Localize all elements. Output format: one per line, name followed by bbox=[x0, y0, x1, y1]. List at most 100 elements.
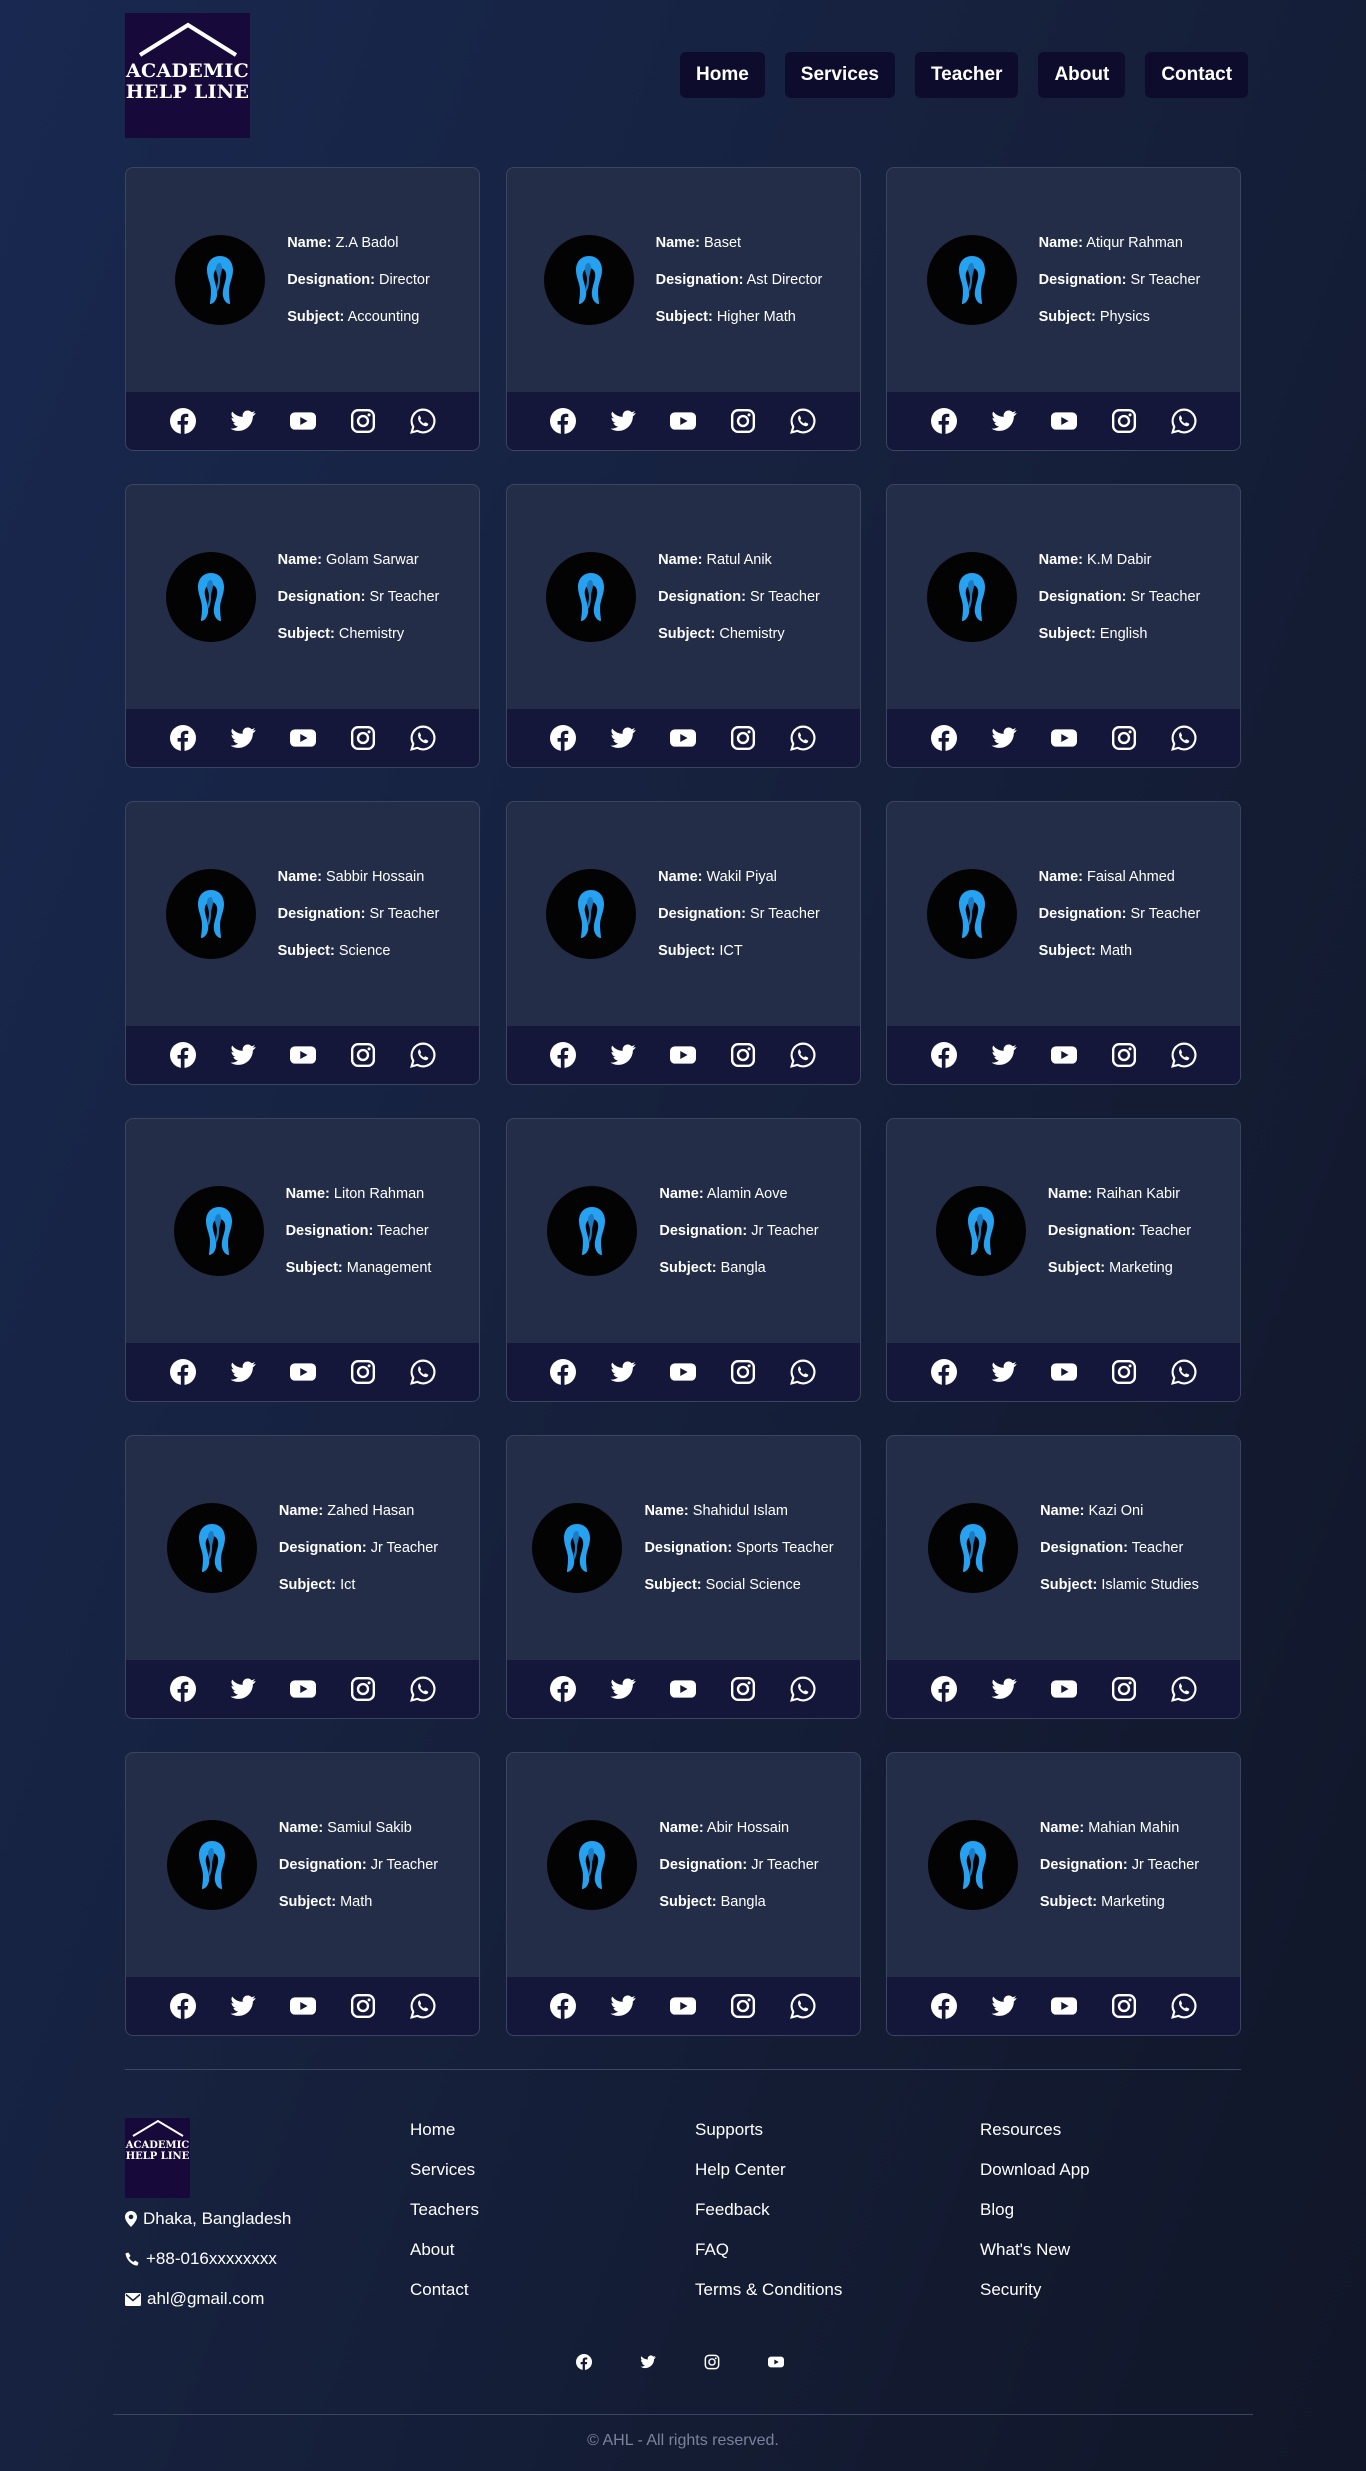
twitter-icon[interactable] bbox=[230, 1676, 256, 1702]
whatsapp-icon[interactable] bbox=[790, 725, 816, 751]
footer-link-whats-new[interactable]: What's New bbox=[980, 2230, 1090, 2270]
footer-phone[interactable]: +88-016xxxxxxxx bbox=[125, 2239, 291, 2279]
facebook-icon[interactable] bbox=[169, 1042, 196, 1068]
facebook-icon[interactable] bbox=[550, 725, 576, 751]
instagram-icon[interactable] bbox=[730, 725, 756, 751]
youtube-icon[interactable] bbox=[670, 1359, 696, 1385]
youtube-icon[interactable] bbox=[1050, 408, 1077, 434]
instagram-icon[interactable] bbox=[350, 1676, 376, 1702]
twitter-icon[interactable] bbox=[610, 1993, 636, 2019]
facebook-icon[interactable] bbox=[550, 1993, 576, 2019]
twitter-icon[interactable] bbox=[991, 1993, 1017, 2019]
instagram-icon[interactable] bbox=[350, 1359, 376, 1385]
youtube-icon[interactable] bbox=[289, 408, 316, 434]
whatsapp-icon[interactable] bbox=[790, 1676, 816, 1702]
facebook-icon[interactable] bbox=[550, 1042, 576, 1068]
facebook-icon[interactable] bbox=[930, 1042, 957, 1068]
footer-link-resources[interactable]: Resources bbox=[980, 2110, 1090, 2150]
whatsapp-icon[interactable] bbox=[1170, 1359, 1197, 1385]
twitter-icon[interactable] bbox=[230, 725, 256, 751]
twitter-icon[interactable] bbox=[230, 1042, 256, 1068]
twitter-icon[interactable] bbox=[991, 1042, 1017, 1068]
instagram-icon[interactable] bbox=[350, 408, 376, 434]
site-logo[interactable]: ACADEMIC HELP LINE bbox=[125, 13, 250, 138]
youtube-icon[interactable] bbox=[670, 1676, 696, 1702]
twitter-icon[interactable] bbox=[991, 1676, 1017, 1702]
facebook-icon[interactable] bbox=[930, 408, 957, 434]
whatsapp-icon[interactable] bbox=[1170, 1993, 1197, 2019]
instagram-icon[interactable] bbox=[350, 725, 376, 751]
footer-link-download-app[interactable]: Download App bbox=[980, 2150, 1090, 2190]
footer-link-terms[interactable]: Terms & Conditions bbox=[695, 2270, 842, 2310]
youtube-icon[interactable] bbox=[289, 1993, 316, 2019]
footer-link-feedback[interactable]: Feedback bbox=[695, 2190, 842, 2230]
instagram-icon[interactable] bbox=[730, 1993, 756, 2019]
youtube-icon[interactable] bbox=[1050, 1042, 1077, 1068]
whatsapp-icon[interactable] bbox=[409, 725, 436, 751]
whatsapp-icon[interactable] bbox=[790, 1042, 816, 1068]
footer-link-blog[interactable]: Blog bbox=[980, 2190, 1090, 2230]
instagram-icon[interactable] bbox=[730, 1042, 756, 1068]
footer-link-supports[interactable]: Supports bbox=[695, 2110, 842, 2150]
youtube-icon[interactable] bbox=[1050, 1993, 1077, 2019]
twitter-icon[interactable] bbox=[230, 1359, 256, 1385]
facebook-icon[interactable] bbox=[169, 1359, 196, 1385]
youtube-icon[interactable] bbox=[670, 725, 696, 751]
nav-teacher[interactable]: Teacher bbox=[914, 52, 1019, 98]
instagram-icon[interactable] bbox=[704, 2354, 720, 2370]
instagram-icon[interactable] bbox=[350, 1042, 376, 1068]
whatsapp-icon[interactable] bbox=[1170, 725, 1197, 751]
facebook-icon[interactable] bbox=[169, 1993, 196, 2019]
nav-home[interactable]: Home bbox=[680, 52, 765, 98]
twitter-icon[interactable] bbox=[230, 408, 256, 434]
twitter-icon[interactable] bbox=[991, 408, 1017, 434]
facebook-icon[interactable] bbox=[169, 725, 196, 751]
whatsapp-icon[interactable] bbox=[790, 408, 816, 434]
facebook-icon[interactable] bbox=[930, 1676, 957, 1702]
footer-logo[interactable]: ACADEMIC HELP LINE bbox=[125, 2118, 190, 2198]
footer-link-about[interactable]: About bbox=[410, 2230, 479, 2270]
whatsapp-icon[interactable] bbox=[409, 1042, 436, 1068]
whatsapp-icon[interactable] bbox=[790, 1993, 816, 2019]
footer-link-contact[interactable]: Contact bbox=[410, 2270, 479, 2310]
whatsapp-icon[interactable] bbox=[1170, 408, 1197, 434]
footer-link-security[interactable]: Security bbox=[980, 2270, 1090, 2310]
instagram-icon[interactable] bbox=[1111, 408, 1137, 434]
twitter-icon[interactable] bbox=[610, 408, 636, 434]
instagram-icon[interactable] bbox=[1111, 1359, 1137, 1385]
facebook-icon[interactable] bbox=[550, 1676, 576, 1702]
twitter-icon[interactable] bbox=[991, 1359, 1017, 1385]
facebook-icon[interactable] bbox=[550, 1359, 576, 1385]
instagram-icon[interactable] bbox=[730, 1359, 756, 1385]
instagram-icon[interactable] bbox=[1111, 1042, 1137, 1068]
whatsapp-icon[interactable] bbox=[409, 1993, 436, 2019]
instagram-icon[interactable] bbox=[1111, 1676, 1137, 1702]
facebook-icon[interactable] bbox=[930, 1993, 957, 2019]
instagram-icon[interactable] bbox=[1111, 725, 1137, 751]
twitter-icon[interactable] bbox=[991, 725, 1017, 751]
nav-about[interactable]: About bbox=[1038, 52, 1126, 98]
youtube-icon[interactable] bbox=[670, 1993, 696, 2019]
footer-email[interactable]: ahl@gmail.com bbox=[125, 2279, 291, 2319]
facebook-icon[interactable] bbox=[930, 725, 957, 751]
facebook-icon[interactable] bbox=[930, 1359, 957, 1385]
twitter-icon[interactable] bbox=[610, 1359, 636, 1385]
youtube-icon[interactable] bbox=[289, 1359, 316, 1385]
twitter-icon[interactable] bbox=[610, 1042, 636, 1068]
footer-link-services[interactable]: Services bbox=[410, 2150, 479, 2190]
instagram-icon[interactable] bbox=[350, 1993, 376, 2019]
whatsapp-icon[interactable] bbox=[1170, 1042, 1197, 1068]
facebook-icon[interactable] bbox=[550, 408, 576, 434]
youtube-icon[interactable] bbox=[1050, 1359, 1077, 1385]
facebook-icon[interactable] bbox=[576, 2354, 592, 2370]
whatsapp-icon[interactable] bbox=[790, 1359, 816, 1385]
nav-services[interactable]: Services bbox=[784, 52, 895, 98]
youtube-icon[interactable] bbox=[1050, 1676, 1077, 1702]
youtube-icon[interactable] bbox=[670, 408, 696, 434]
nav-contact[interactable]: Contact bbox=[1145, 52, 1249, 98]
whatsapp-icon[interactable] bbox=[409, 408, 436, 434]
youtube-icon[interactable] bbox=[289, 1676, 316, 1702]
facebook-icon[interactable] bbox=[169, 408, 196, 434]
youtube-icon[interactable] bbox=[768, 2354, 784, 2370]
youtube-icon[interactable] bbox=[670, 1042, 696, 1068]
